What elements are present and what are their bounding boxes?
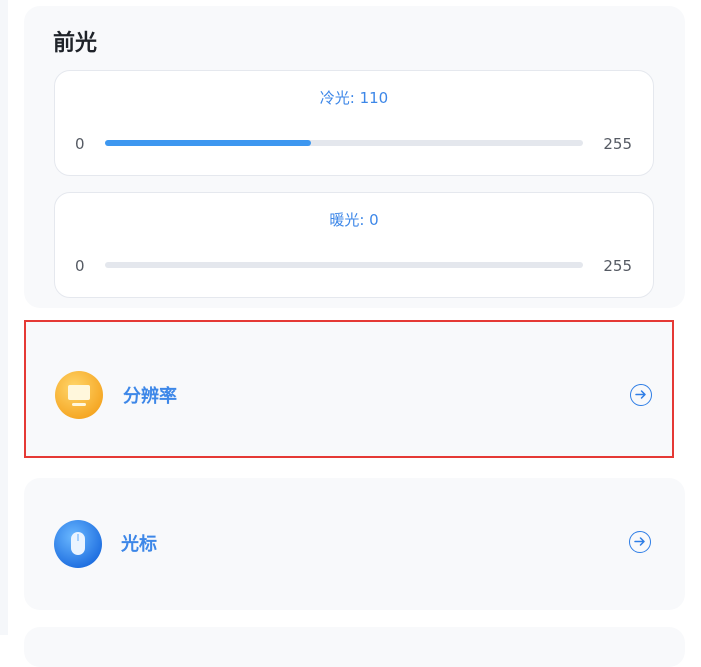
warm-light-min: 0 [75, 257, 85, 275]
section-title-front-light: 前光 [53, 31, 98, 56]
cursor-label: 光标 [121, 534, 157, 555]
cold-light-slider-fill [105, 140, 312, 146]
arrow-right-circle-icon[interactable] [629, 531, 651, 553]
resolution-label: 分辨率 [123, 386, 177, 407]
cold-light-slider-track[interactable] [105, 140, 583, 222]
warm-light-label: 暖光: 0 [329, 211, 379, 229]
resolution-menu-item[interactable]: 分辨率 [24, 320, 674, 458]
monitor-icon [55, 371, 103, 419]
next-menu-item[interactable] [24, 627, 685, 667]
warm-light-max: 255 [603, 257, 632, 275]
arrow-right-circle-icon[interactable] [630, 384, 652, 406]
cold-light-max: 255 [603, 135, 632, 153]
cold-light-label: 冷光: 110 [319, 89, 389, 107]
cold-light-slider-panel: 冷光: 110 0 255 [54, 70, 654, 222]
cold-light-min: 0 [75, 135, 85, 153]
mouse-icon [54, 520, 102, 568]
cursor-menu-item[interactable]: 光标 [24, 478, 685, 610]
warm-light-slider-track[interactable] [95, 262, 583, 344]
warm-light-slider-panel: 暖光: 0 0 255 [54, 192, 654, 344]
left-edge-panel [0, 0, 8, 635]
